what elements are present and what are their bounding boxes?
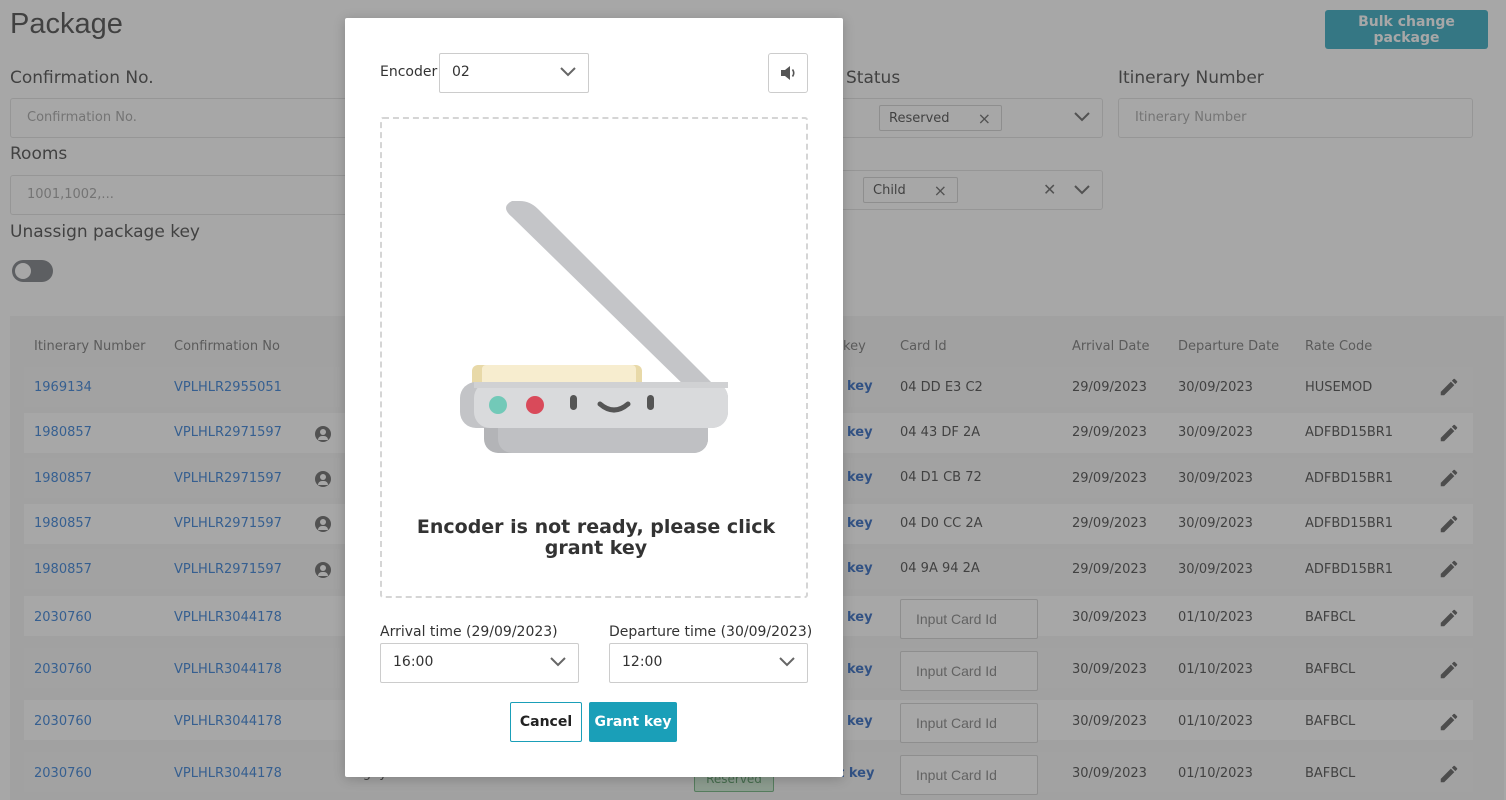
arrival-time-value: 16:00 [393, 654, 434, 670]
arrival-time-select[interactable]: 16:00 [380, 643, 579, 683]
cancel-button[interactable]: Cancel [510, 702, 582, 742]
scanner-illustration [460, 201, 728, 453]
departure-time-value: 12:00 [622, 654, 663, 670]
encoder-status-area: Encoder is not ready, please click grant… [380, 117, 808, 598]
grant-key-modal: Encoder 02 Encoder is not ready, please … [345, 18, 843, 777]
departure-time-label: Departure time (30/09/2023) [609, 624, 813, 640]
speaker-icon [781, 66, 795, 80]
chevron-down-icon [560, 67, 576, 77]
encoder-label: Encoder [380, 64, 438, 80]
grant-key-button[interactable]: Grant key [589, 702, 677, 742]
chevron-down-icon [779, 657, 795, 667]
encoder-select[interactable]: 02 [439, 53, 589, 93]
arrival-time-label: Arrival time (29/09/2023) [380, 624, 558, 640]
encoder-status-message: Encoder is not ready, please click grant… [416, 516, 776, 559]
departure-time-select[interactable]: 12:00 [609, 643, 808, 683]
sound-button[interactable] [768, 53, 808, 93]
encoder-value: 02 [452, 64, 470, 80]
chevron-down-icon [550, 657, 566, 667]
